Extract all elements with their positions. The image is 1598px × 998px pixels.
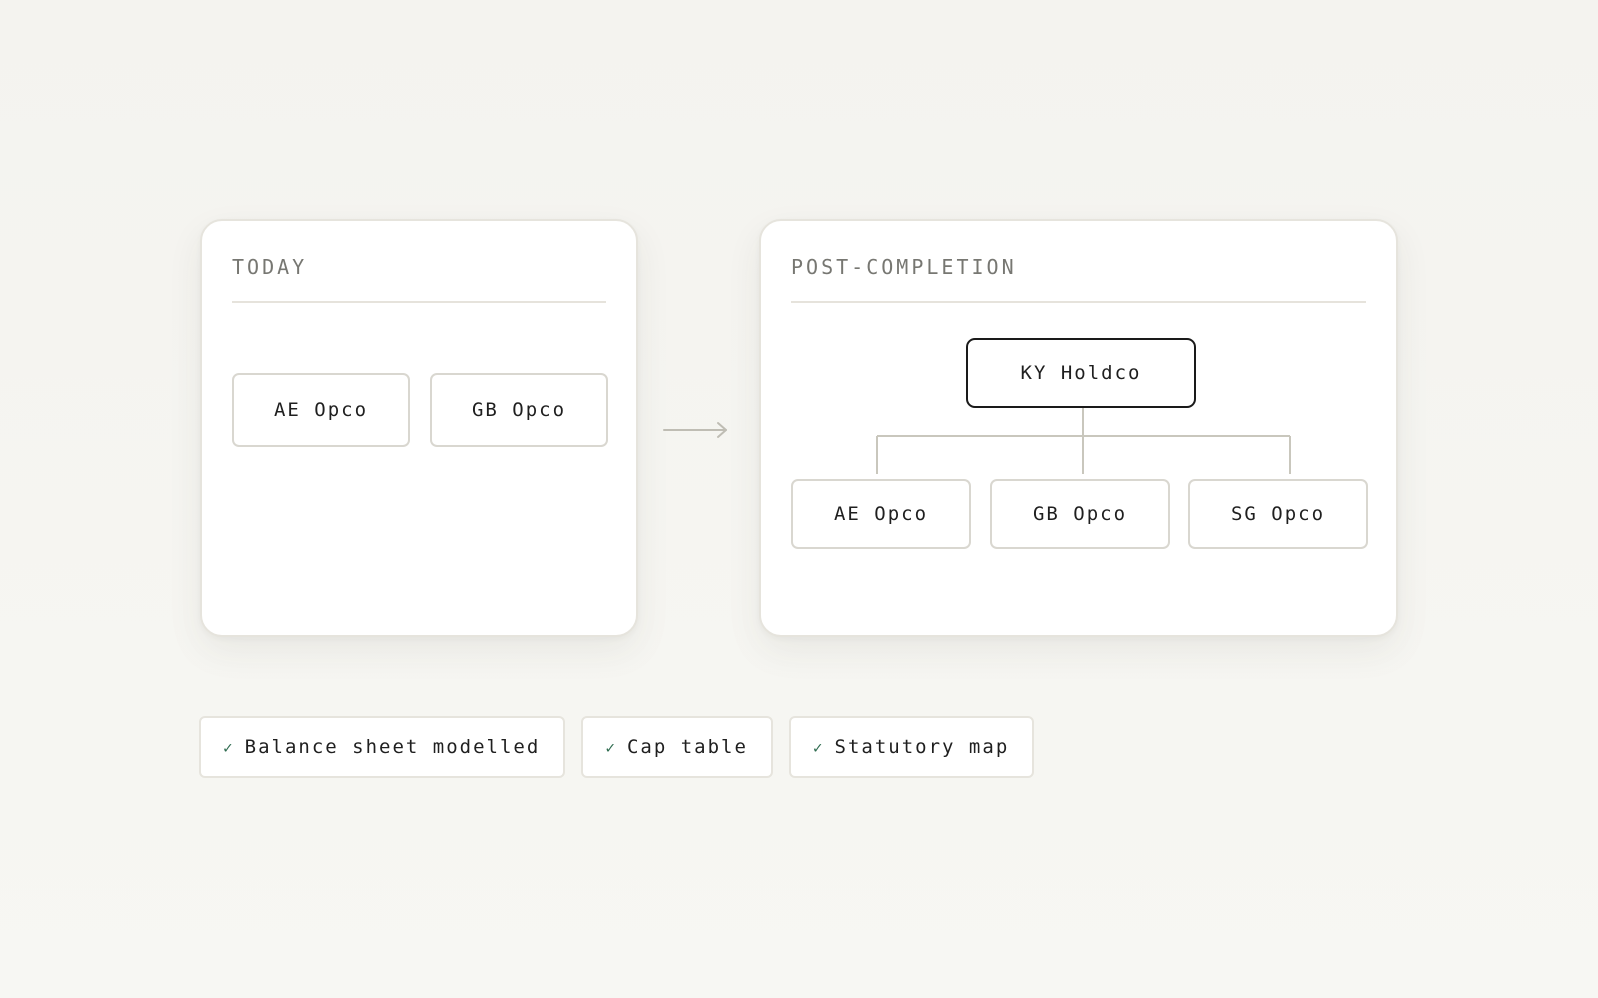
arrow-right-icon [663,422,727,438]
checklist-item-statutory-map: ✓ Statutory map [788,716,1035,778]
check-icon: ✓ [605,737,615,757]
entity-box-ky-holdco: KY Holdco [966,338,1196,408]
today-panel: TODAY AE Opco GB Opco [200,219,638,637]
entity-box-gb-opco: GB Opco [990,479,1170,549]
today-divider [232,301,606,303]
checklist-item-balance-sheet: ✓ Balance sheet modelled [199,716,566,778]
entity-box-ae-opco: AE Opco [791,479,971,549]
post-completion-panel: POST-COMPLETION KY Holdco AE Opco GB Opc… [759,219,1398,637]
checklist-item-label: Statutory map [834,736,1010,758]
check-icon: ✓ [223,737,233,757]
entity-box-sg-opco: SG Opco [1188,479,1368,549]
today-title: TODAY [232,255,308,279]
entity-box-gb-opco: GB Opco [430,373,608,447]
checklist-item-label: Balance sheet modelled [244,736,541,758]
checklist-item-cap-table: ✓ Cap table [581,716,773,778]
check-icon: ✓ [812,737,823,757]
entity-box-ae-opco: AE Opco [232,373,410,447]
checklist: ✓ Balance sheet modelled ✓ Cap table ✓ S… [199,716,1035,778]
checklist-item-label: Cap table [626,736,748,758]
org-connector-lines [876,407,1291,474]
